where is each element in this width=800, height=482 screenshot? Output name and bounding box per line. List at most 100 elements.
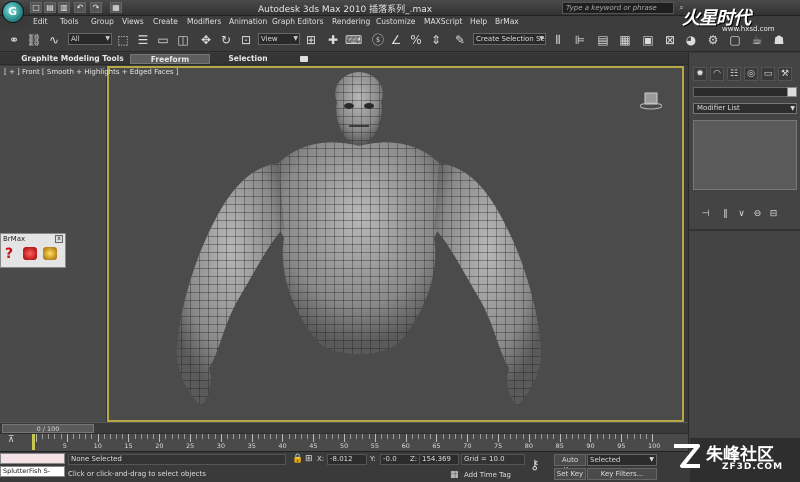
rendered-frame-icon[interactable]: ▢ (727, 32, 743, 48)
select-object-icon[interactable]: ⬚ (115, 32, 131, 48)
move-icon[interactable]: ✥ (198, 32, 214, 48)
viewport-front[interactable] (107, 66, 684, 422)
pivot-center-icon[interactable]: ⊞ (303, 32, 319, 48)
percent-snap-icon[interactable]: % (408, 32, 424, 48)
modifier-list-dropdown[interactable]: Modifier List ▼ (693, 103, 797, 114)
layer-manager-icon[interactable]: ▤ (595, 32, 611, 48)
edit-named-selection-icon[interactable]: ✎ (452, 32, 468, 48)
motion-tab-icon[interactable]: ◎ (744, 67, 758, 81)
graphite-toggle-icon[interactable]: ▦ (617, 32, 633, 48)
modify-tab-icon[interactable]: ◠ (710, 67, 724, 81)
menu-rendering[interactable]: Rendering (332, 16, 370, 28)
render-iterative-icon[interactable]: ☗ (771, 32, 787, 48)
key-icon[interactable]: ⚷ (530, 458, 540, 473)
track-tick-label: 20 (155, 442, 164, 450)
menu-modifiers[interactable]: Modifiers (187, 16, 221, 28)
ribbon-minimize-icon[interactable] (300, 56, 308, 62)
save-file-icon[interactable]: ▥ (58, 2, 70, 13)
menu-animation[interactable]: Animation (229, 16, 267, 28)
tab-freeform[interactable]: Freeform (130, 54, 210, 64)
select-by-name-icon[interactable]: ☰ (135, 32, 151, 48)
named-selection-dropdown[interactable]: Create Selection Se ▼ (473, 33, 546, 45)
app-logo-button[interactable]: G (2, 1, 24, 23)
close-icon[interactable]: x (55, 235, 63, 243)
open-file-icon[interactable]: ▤ (44, 2, 56, 13)
create-tab-icon[interactable]: ✹ (693, 67, 707, 81)
render-production-icon[interactable]: ☕ (749, 32, 765, 48)
remove-modifier-icon[interactable]: ⊖ (751, 208, 764, 220)
hierarchy-tab-icon[interactable]: ☷ (727, 67, 741, 81)
render-brazil-icon[interactable] (23, 247, 37, 260)
time-tag-icon[interactable]: ▦ (450, 470, 459, 480)
select-manipulate-icon[interactable]: ✚ (325, 32, 341, 48)
track-bar[interactable]: 5 10 15 20 25 30 35 40 45 50 55 60 65 70 75 80 85 90 95 100 (0, 433, 688, 451)
object-color-swatch[interactable] (787, 87, 797, 97)
bind-space-warp-icon[interactable]: ∿ (46, 32, 62, 48)
configure-sets-icon[interactable]: ⊟ (767, 208, 780, 220)
project-folder-icon[interactable]: ▦ (110, 2, 122, 13)
viewport-label[interactable]: [ + ] Front [ Smooth + Highlights + Edge… (4, 68, 179, 76)
z-coordinate-field[interactable]: 154.369 (419, 454, 459, 465)
character-mesh (176, 72, 542, 406)
material-editor-icon[interactable]: ◕ (683, 32, 699, 48)
maxscript-mini-listener[interactable]: SplutterFish S- (0, 466, 65, 477)
pin-stack-icon[interactable]: ⊣ (699, 208, 712, 220)
display-tab-icon[interactable]: ▭ (761, 67, 775, 81)
reference-coord-dropdown[interactable]: View ▼ (258, 33, 300, 45)
mirror-icon[interactable]: ⫴ (550, 32, 566, 48)
angle-snap-icon[interactable]: ∠ (388, 32, 404, 48)
key-filters-button[interactable]: Key Filters... (587, 468, 657, 480)
auto-key-button[interactable]: Auto Key (554, 454, 586, 474)
object-name-field[interactable] (693, 87, 797, 97)
utilities-tab-icon[interactable]: ⚒ (778, 67, 792, 81)
align-icon[interactable]: ⊫ (572, 32, 588, 48)
schematic-view-icon[interactable]: ⊠ (662, 32, 678, 48)
set-key-button[interactable]: Set Key (554, 468, 586, 480)
track-tick (430, 434, 432, 439)
maxscript-listener-output[interactable] (0, 453, 65, 464)
make-unique-icon[interactable]: ∨ (735, 208, 748, 220)
absolute-mode-icon[interactable]: ⊞ (305, 454, 313, 464)
new-file-icon[interactable]: □ (30, 2, 42, 13)
curve-editor-icon[interactable]: ▣ (640, 32, 656, 48)
menu-create[interactable]: Create (153, 16, 178, 28)
menu-maxscript[interactable]: MAXScript (424, 16, 463, 28)
mini-curve-editor-icon[interactable]: ⊼ (4, 435, 18, 446)
menu-brmax[interactable]: BrMax (495, 16, 519, 28)
search-input[interactable]: Type a keyword or phrase (562, 2, 674, 14)
x-coordinate-field[interactable]: -8.012 (327, 454, 367, 465)
show-end-result-icon[interactable]: ‖ (719, 208, 732, 220)
redo-icon[interactable]: ↷ (90, 2, 102, 13)
menu-graph-editors[interactable]: Graph Editors (272, 16, 324, 28)
time-cursor[interactable] (32, 434, 35, 450)
time-slider-thumb[interactable]: 0 / 100 (2, 424, 94, 433)
menu-tools[interactable]: Tools (60, 16, 78, 28)
spinner-snap-icon[interactable]: ⇕ (428, 32, 444, 48)
menu-customize[interactable]: Customize (376, 16, 415, 28)
menu-edit[interactable]: Edit (33, 16, 48, 28)
selection-region-icon[interactable]: ▭ (155, 32, 171, 48)
window-crossing-icon[interactable]: ◫ (175, 32, 191, 48)
tab-graphite-modeling-tools[interactable]: Graphite Modeling Tools (20, 54, 125, 64)
scale-icon[interactable]: ⊡ (238, 32, 254, 48)
time-slider[interactable]: 0 / 100 (0, 422, 688, 433)
rotate-icon[interactable]: ↻ (218, 32, 234, 48)
help-icon[interactable]: ? (5, 246, 13, 262)
viewcube[interactable] (639, 92, 663, 110)
undo-icon[interactable]: ↶ (74, 2, 86, 13)
lock-selection-icon[interactable]: 🔒 (292, 454, 303, 464)
select-link-icon[interactable]: ⚭ (6, 32, 22, 48)
render-setup-icon[interactable]: ⚙ (705, 32, 721, 48)
snaps-toggle-icon[interactable]: ⓢ (370, 32, 386, 48)
add-time-tag-button[interactable]: Add Time Tag (464, 471, 511, 479)
menu-help[interactable]: Help (470, 16, 487, 28)
unlink-icon[interactable]: ⛓ (26, 32, 42, 48)
key-selection-dropdown[interactable]: Selected ▼ (587, 454, 657, 466)
menu-group[interactable]: Group (91, 16, 114, 28)
modifier-stack[interactable] (693, 120, 797, 190)
tab-selection[interactable]: Selection (214, 54, 282, 64)
menu-views[interactable]: Views (122, 16, 144, 28)
brazil-material-icon[interactable] (43, 247, 57, 260)
selection-filter-dropdown[interactable]: All ▼ (68, 33, 112, 45)
keyboard-shortcut-icon[interactable]: ⌨ (345, 32, 362, 48)
